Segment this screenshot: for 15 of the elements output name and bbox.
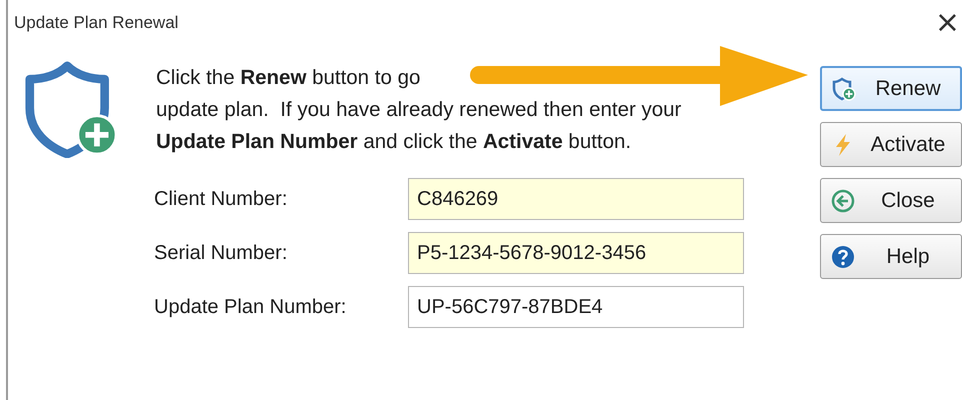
close-button[interactable]: × (926, 8, 962, 38)
instruction-text: Click the Renew button to go update plan. If you have already renewed then enter your Update Plan Number and click the Activate button. (156, 65, 682, 155)
renew-button[interactable]: Renew (820, 66, 962, 111)
shield-plus-icon (832, 76, 856, 100)
window-title: Update Plan Renewal (14, 13, 178, 33)
field-label: Serial Number: (154, 242, 288, 264)
close-button[interactable]: Close (820, 178, 962, 223)
input-field[interactable]: UP-56C797-87BDE4 (408, 286, 744, 328)
help-button[interactable]: Help (820, 234, 962, 279)
field-label: Client Number: (154, 188, 288, 210)
input-field[interactable]: C846269 (408, 178, 744, 220)
help-icon (831, 244, 855, 268)
field-label: Update Plan Number: (154, 296, 348, 318)
input-field[interactable]: P5-1234-5678-9012-3456 (408, 232, 744, 274)
activate-button[interactable]: Activate (820, 122, 962, 167)
